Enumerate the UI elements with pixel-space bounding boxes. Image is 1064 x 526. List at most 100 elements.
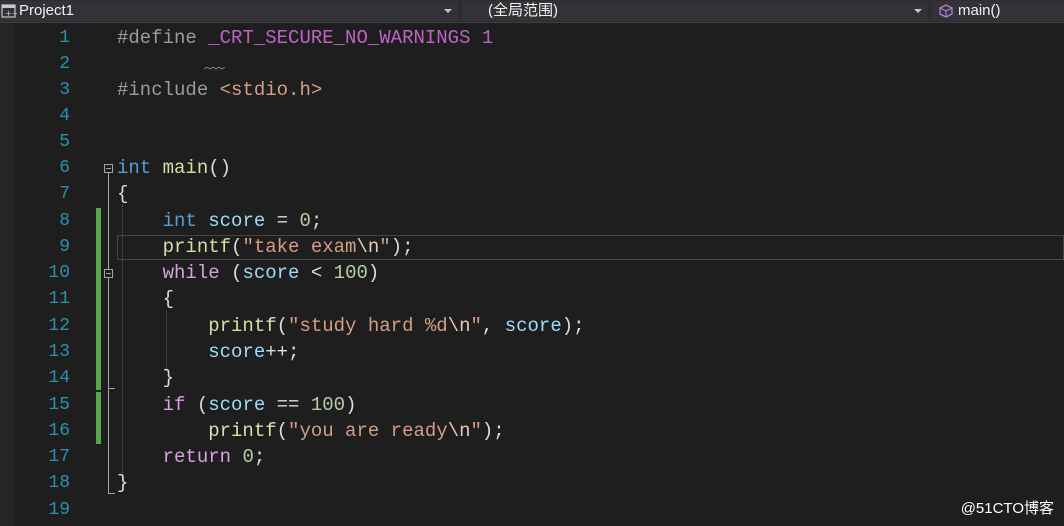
function-name: printf — [208, 420, 277, 442]
line-number: 4 — [59, 106, 70, 126]
selection-margin — [0, 23, 14, 526]
line-number: 2 — [59, 54, 70, 74]
code-line-1[interactable]: #define _CRT_SECURE_NO_WARNINGS 1 — [117, 25, 493, 51]
line-number: 5 — [59, 132, 70, 152]
code-line-18[interactable]: } — [117, 470, 128, 496]
warning-squiggle — [204, 67, 226, 70]
function-name: printf — [162, 236, 232, 258]
function-name: main — [162, 157, 209, 179]
code-line-12[interactable]: printf("study hard %d\n", score); — [117, 313, 584, 339]
escape-sequence: \n — [447, 315, 471, 337]
punctuation: , — [481, 315, 505, 337]
method-cube-icon — [938, 3, 954, 19]
line-number: 17 — [48, 447, 70, 467]
project-dropdown[interactable]: ++ Project1 — [0, 1, 458, 21]
chevron-down-icon[interactable] — [444, 9, 452, 13]
variable: score — [208, 341, 266, 363]
line-number: 14 — [48, 368, 70, 388]
code-line-8[interactable]: int score = 0; — [117, 208, 323, 234]
line-number: 15 — [48, 395, 70, 415]
code-line-6[interactable]: int main() — [117, 155, 231, 181]
code-line-16[interactable]: printf("you are ready\n"); — [117, 418, 505, 444]
variable: score — [208, 210, 266, 232]
chevron-down-icon[interactable] — [914, 9, 922, 13]
changed-lines-indicator — [96, 208, 101, 390]
scope-dropdown[interactable]: (全局范围) — [462, 1, 928, 21]
code-line-17[interactable]: return 0; — [117, 444, 266, 470]
code-editor[interactable]: 1 2 3 4 5 6 7 8 9 10 11 12 13 14 15 16 1… — [0, 23, 1064, 526]
member-label: main() — [958, 2, 1001, 19]
member-dropdown[interactable]: main() — [932, 1, 1064, 21]
line-number: 10 — [48, 263, 70, 283]
line-number: 9 — [59, 237, 70, 257]
line-number: 12 — [48, 316, 70, 336]
line-number: 13 — [48, 342, 70, 362]
line-number: 7 — [59, 184, 70, 204]
punctuation: ( — [231, 236, 243, 258]
keyword: int — [162, 210, 197, 232]
line-number: 3 — [59, 80, 70, 100]
code-line-3[interactable]: #include <stdio.h> — [117, 77, 322, 103]
operator: ++; — [265, 341, 300, 363]
macro-value: 1 — [481, 27, 494, 49]
variable: score — [242, 262, 300, 284]
punctuation: ; — [253, 446, 266, 468]
collapse-while-icon[interactable] — [104, 269, 113, 278]
code-line-14[interactable]: } — [117, 365, 174, 391]
outline-line — [108, 173, 109, 493]
escape-sequence: \n — [356, 236, 380, 258]
code-line-10[interactable]: while (score < 100) — [117, 260, 380, 286]
line-number: 11 — [48, 289, 70, 309]
project-label: Project1 — [19, 2, 75, 19]
code-line-9[interactable]: printf("take exam\n"); — [117, 234, 414, 260]
line-number: 19 — [48, 500, 70, 520]
punctuation: () — [208, 157, 232, 179]
keyword: while — [162, 262, 220, 284]
directive-include: #include — [117, 79, 209, 101]
navigation-bar: ++ Project1 (全局范围) main() — [0, 0, 1064, 23]
string: " — [470, 315, 482, 337]
outline-end — [108, 493, 115, 494]
punctuation: ( — [276, 420, 289, 442]
brace: { — [117, 183, 129, 205]
macro-name: _CRT_SECURE_NO_WARNINGS — [208, 27, 471, 49]
operator: == — [265, 394, 311, 416]
include-path: <stdio.h> — [219, 79, 323, 101]
variable: score — [504, 315, 562, 337]
operator: < — [299, 262, 334, 284]
string: "take exam — [242, 236, 357, 258]
string: " — [379, 236, 391, 258]
directive-define: #define — [117, 27, 197, 49]
escape-sequence: \n — [447, 420, 471, 442]
cpp-project-icon: ++ — [1, 3, 18, 19]
operator: = — [265, 210, 300, 232]
code-line-13[interactable]: score++; — [117, 339, 299, 365]
variable: score — [208, 394, 266, 416]
punctuation: ( — [185, 394, 209, 416]
number: 0 — [299, 210, 311, 232]
changed-lines-indicator — [96, 392, 101, 444]
keyword: int — [117, 157, 152, 179]
line-number: 1 — [59, 28, 70, 48]
code-line-11[interactable]: { — [117, 286, 174, 312]
code-line-15[interactable]: if (score == 100) — [117, 392, 357, 418]
code-line-7[interactable]: { — [117, 181, 128, 207]
brace: } — [117, 367, 175, 389]
watermark: @51CTO博客 — [960, 500, 1054, 517]
line-number: 6 — [59, 158, 70, 178]
punctuation: ) — [367, 262, 380, 284]
punctuation: ( — [276, 315, 289, 337]
collapse-main-icon[interactable] — [104, 164, 113, 173]
outline-end — [108, 388, 115, 389]
